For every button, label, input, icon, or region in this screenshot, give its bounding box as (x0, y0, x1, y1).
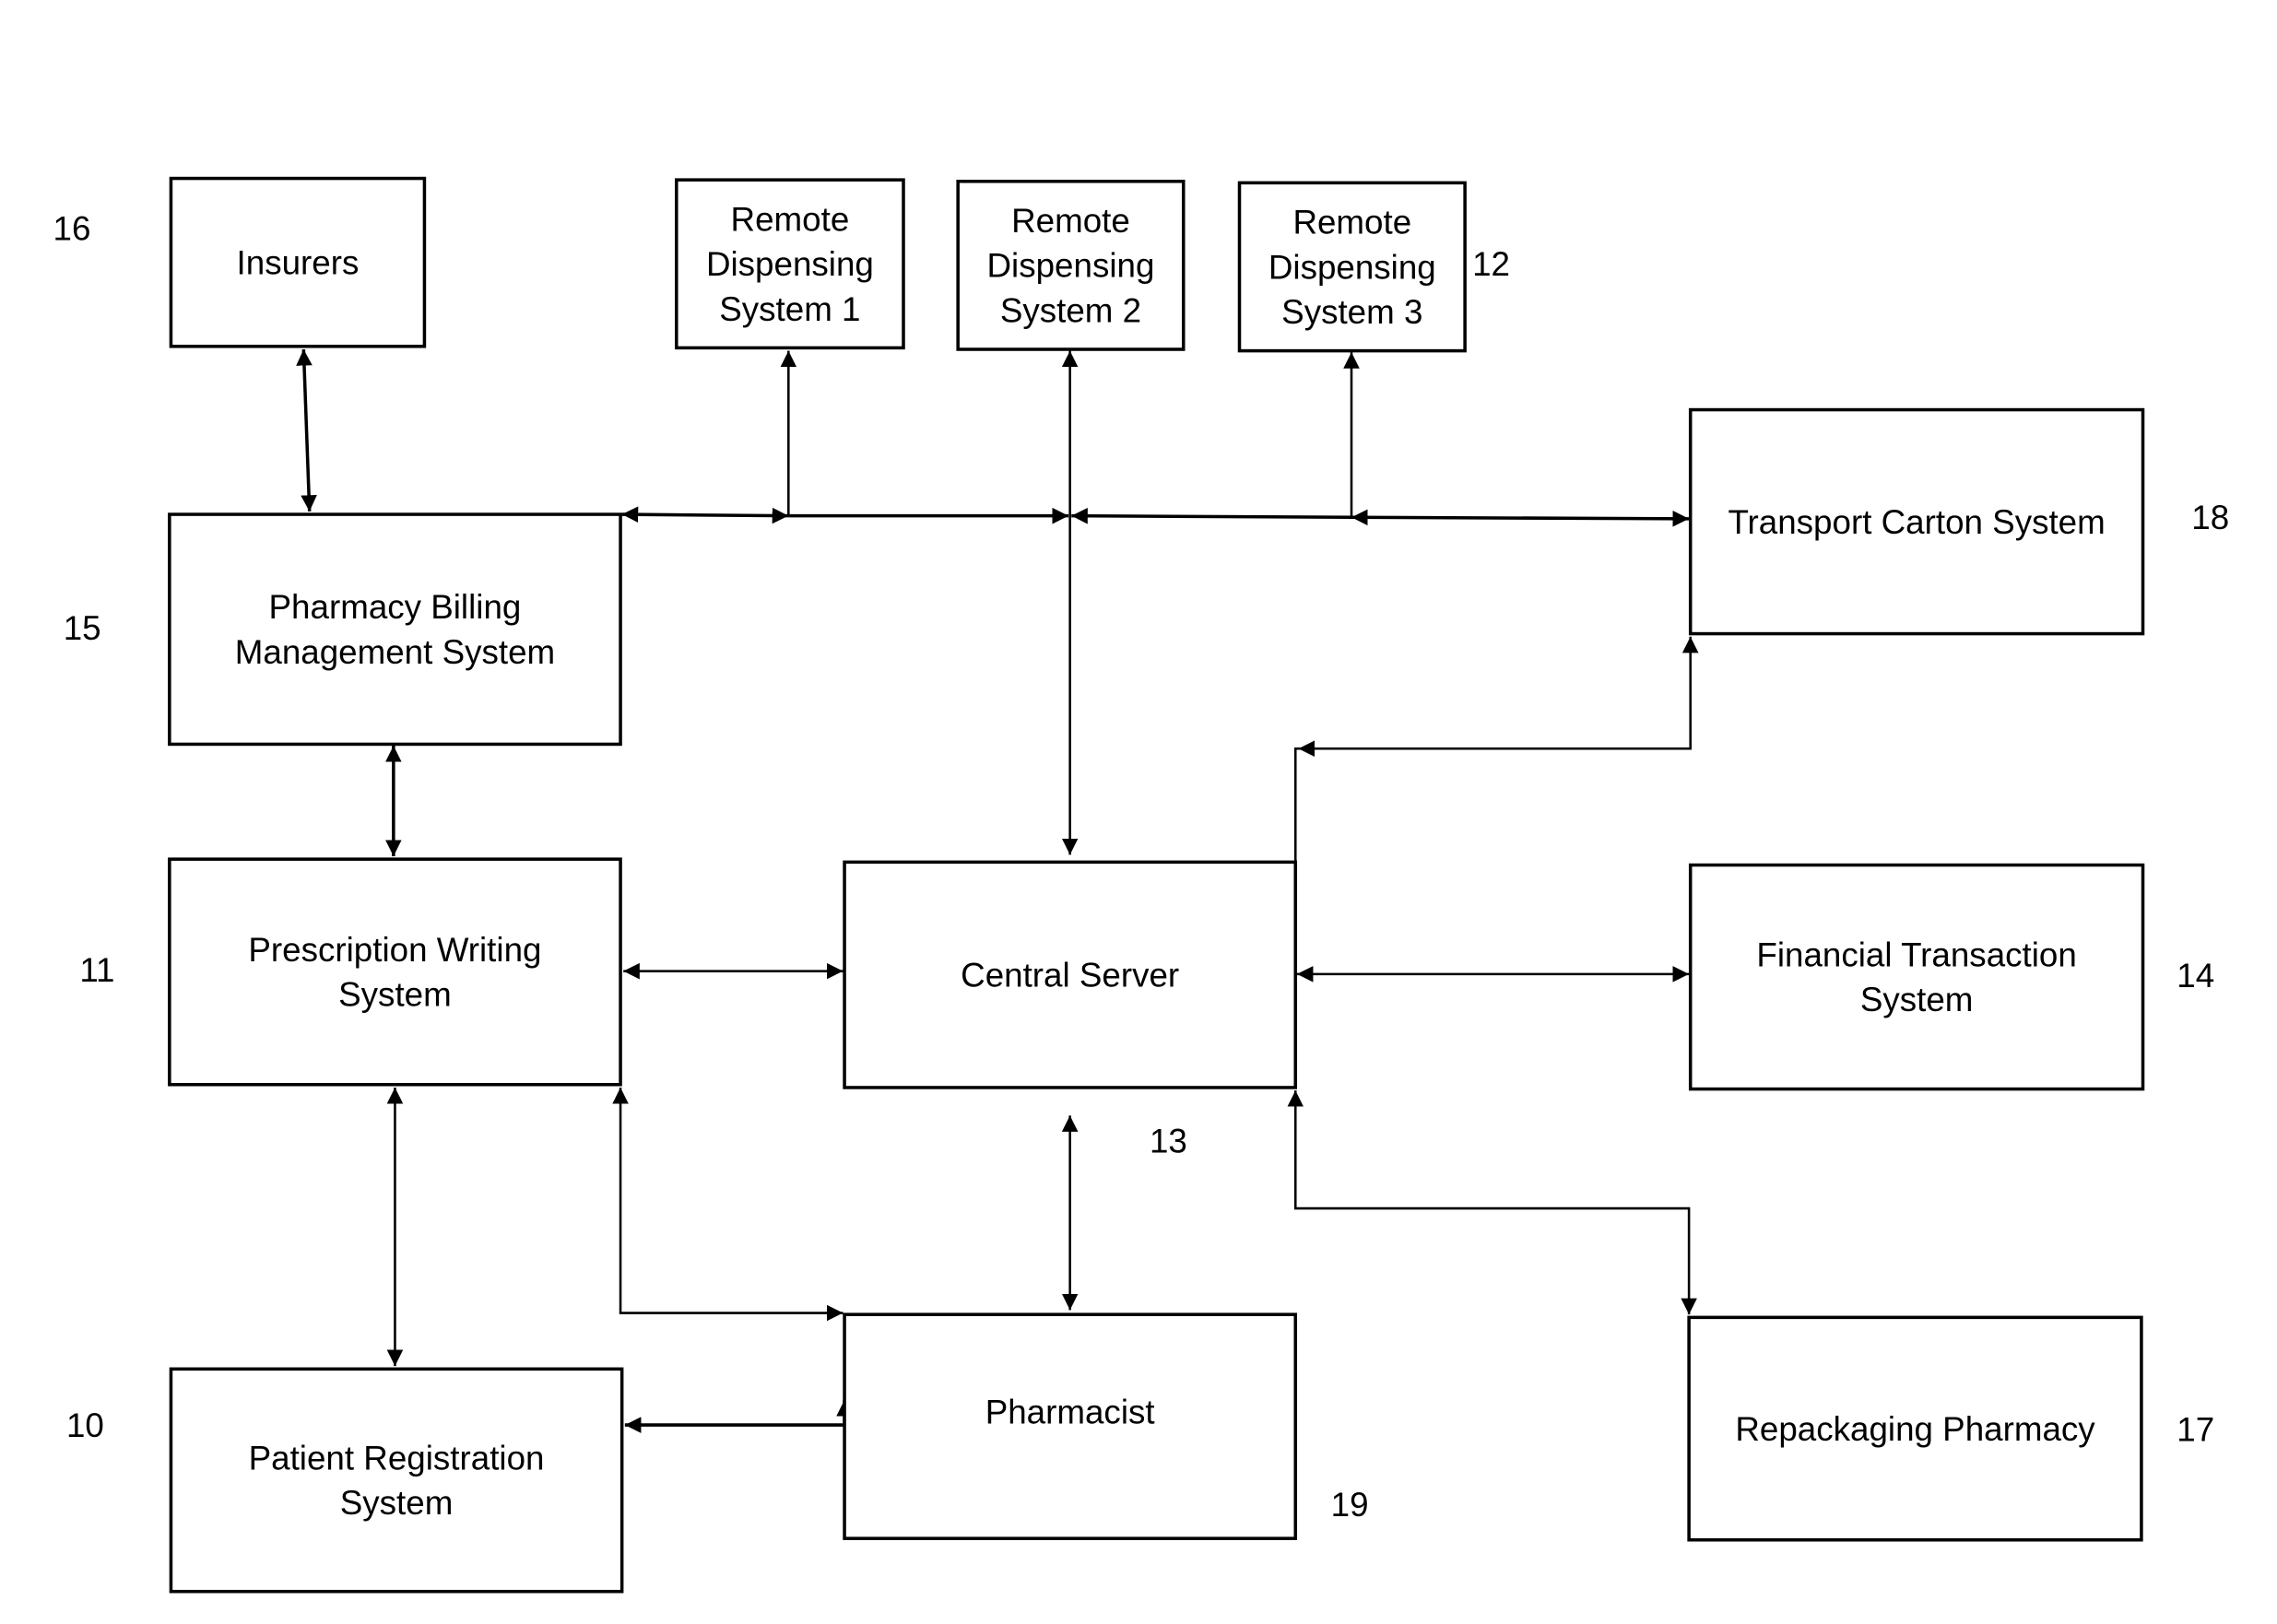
rds3-reference-number: 12 (1472, 245, 1510, 283)
edge-central-repackaging (1287, 1090, 1697, 1315)
financial-label: Financial Transaction (1756, 936, 2076, 973)
rds3-label: Dispensing (1268, 248, 1436, 286)
insurers-label: Insurers (237, 243, 360, 281)
insurers-reference-number: 16 (53, 210, 91, 248)
node-insurers: Insurers 16 (53, 176, 427, 348)
rds2-label: Remote (1011, 202, 1130, 240)
pharmacist-label: Pharmacist (985, 1393, 1155, 1430)
patient-label: System (340, 1484, 454, 1522)
prescription-label: Prescription Writing (248, 931, 541, 969)
edge-pharmacist-patient (624, 1399, 853, 1433)
bus-segment (1071, 507, 1352, 524)
node-central: Central Server 13 (843, 860, 1298, 1159)
central-reference-number: 13 (1150, 1122, 1187, 1159)
node-billing: Pharmacy Billing Management System 15 (64, 512, 622, 747)
patient-reference-number: 10 (66, 1406, 104, 1444)
edge-insurers-billing (296, 348, 317, 512)
rds2-label: System 2 (1000, 291, 1141, 329)
financial-box (1688, 863, 2145, 1091)
nodes: Insurers16 RemoteDispensingSystem 1Remote… (53, 176, 2229, 1594)
pharmacy-system-diagram: Insurers16 RemoteDispensingSystem 1Remote… (53, 176, 2229, 1594)
prescription-box (168, 857, 622, 1087)
transport-label: Transport Carton System (1728, 503, 2105, 541)
rds3-label: System 3 (1281, 293, 1422, 331)
prescription-label: System (338, 976, 452, 1014)
billing-label: Pharmacy Billing (269, 588, 522, 626)
node-patient: Patient Registration System 10 (66, 1367, 624, 1594)
financial-reference-number: 14 (2177, 957, 2214, 994)
rds2-label: Dispensing (987, 247, 1155, 285)
edge-bus-transport (1351, 509, 1690, 527)
repackaging-label: Repackaging Pharmacy (1735, 1410, 2095, 1448)
rds1-label: System 1 (719, 290, 860, 328)
node-repackaging: Repackaging Pharmacy 17 (1687, 1315, 2214, 1542)
node-financial: Financial Transaction System 14 (1688, 863, 2214, 1091)
edge-billing-bus (621, 506, 789, 524)
patient-label: Patient Registration (249, 1439, 545, 1477)
rds3-label: Remote (1292, 204, 1411, 241)
central-label: Central Server (961, 956, 1179, 994)
repackaging-reference-number: 17 (2177, 1411, 2214, 1449)
node-rds3: Remote Dispensing System 3 12 (1237, 181, 1510, 353)
pharmacist-reference-number: 19 (1331, 1486, 1369, 1524)
node-prescription: Prescription Writing System 11 (79, 857, 622, 1087)
rds1-label: Remote (731, 200, 850, 238)
patient-box (169, 1367, 624, 1594)
node-rds1: Remote Dispensing System 1 (675, 178, 905, 350)
financial-label: System (1860, 981, 1974, 1018)
billing-reference-number: 15 (64, 609, 101, 647)
edge-prescription-pharmacist (612, 1087, 844, 1322)
billing-label: Management System (235, 633, 555, 671)
node-rds2: Remote Dispensing System 2 (956, 179, 1186, 351)
billing-box (168, 512, 622, 747)
rds1-label: Dispensing (706, 245, 874, 283)
transport-reference-number: 18 (2191, 499, 2229, 536)
node-transport: Transport Carton System 18 (1688, 407, 2229, 636)
prescription-reference-number: 11 (79, 951, 114, 989)
node-pharmacist: Pharmacist 19 (843, 1312, 1369, 1540)
